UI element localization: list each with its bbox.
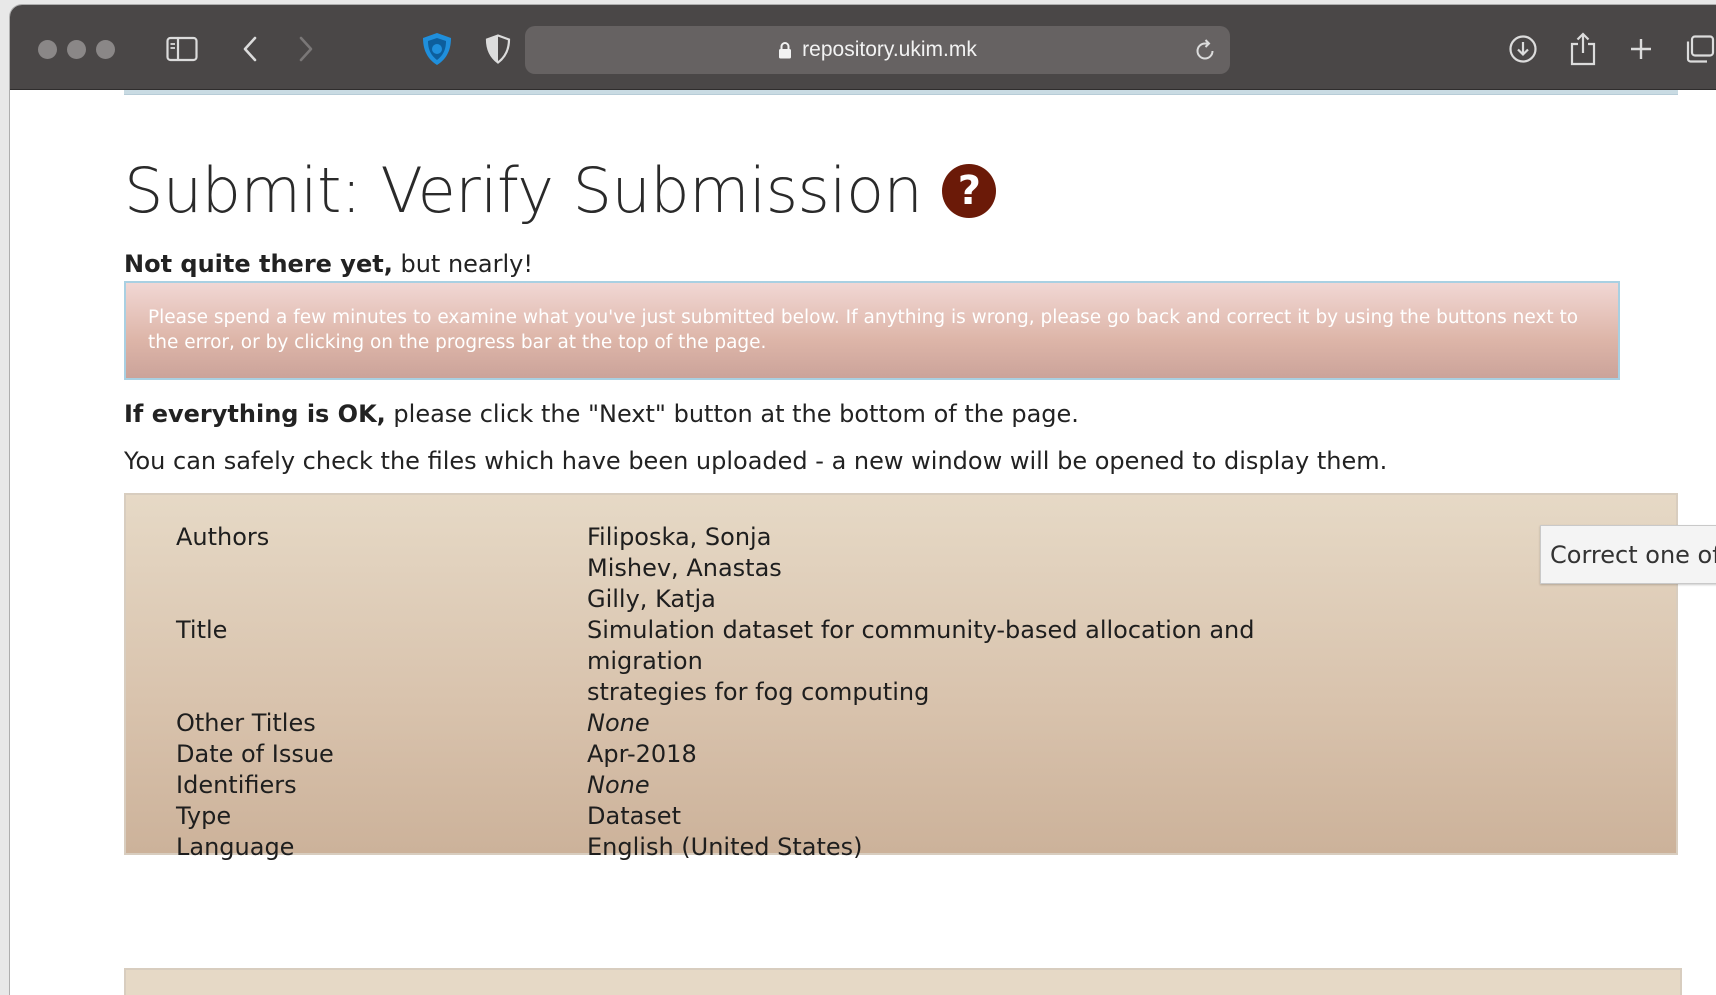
download-icon[interactable]: [1506, 29, 1540, 69]
tab-overview-icon[interactable]: [1684, 29, 1716, 69]
share-icon[interactable]: [1568, 29, 1598, 69]
instruction-alert: Please spend a few minutes to examine wh…: [124, 281, 1620, 380]
metadata-label: Identifiers: [176, 771, 297, 799]
review-panel-metadata: Authors Filiposka, Sonja Mishev, Anastas Gi…: [124, 493, 1716, 861]
metadata-value-line: strategies for fog computing: [587, 678, 930, 706]
close-window-button[interactable]: [38, 40, 57, 59]
page-title: Submit: Verify Submission: [124, 154, 923, 227]
metadata-value-line: Filiposka, Sonja: [587, 523, 772, 551]
alert-text: Please spend a few minutes to examine wh…: [148, 307, 1579, 353]
metadata-value-line: Gilly, Katja: [587, 585, 716, 613]
back-icon[interactable]: [238, 29, 262, 69]
privacy-shield-icon[interactable]: [483, 29, 513, 69]
metadata-value: Simulation dataset for community-based a…: [587, 615, 1347, 708]
metadata-label: Type: [176, 802, 232, 830]
metadata-row: Date of Issue Apr-2018: [176, 739, 1347, 770]
metadata-label: Title: [176, 616, 228, 644]
forward-icon[interactable]: [294, 29, 318, 69]
address-bar[interactable]: repository.ukim.mk: [525, 26, 1230, 74]
subtitle-rest: but nearly!: [392, 250, 533, 278]
metadata-value-line: None: [587, 709, 650, 737]
metadata-row: Language English (United States): [176, 832, 1347, 863]
metadata-label: Other Titles: [176, 709, 316, 737]
progress-bar-edge[interactable]: [124, 90, 1678, 95]
metadata-label: Language: [176, 833, 295, 861]
metadata-value: Filiposka, Sonja Mishev, Anastas Gilly, Ka…: [587, 522, 1347, 615]
metadata-value-line: Dataset: [587, 802, 681, 830]
url-text: repository.ukim.mk: [802, 38, 977, 61]
ok-bold: If everything is OK,: [124, 400, 386, 428]
new-tab-icon[interactable]: [1626, 29, 1656, 69]
metadata-value: Dataset: [587, 801, 1347, 832]
zoom-window-button[interactable]: [96, 40, 115, 59]
metadata-row: Authors Filiposka, Sonja Mishev, Anastas Gi…: [176, 522, 1347, 615]
metadata-value: English (United States): [587, 832, 1347, 863]
web-page: Submit: Verify Submission ? Not quite th…: [10, 90, 1716, 995]
metadata-value-line: None: [587, 771, 650, 799]
help-icon[interactable]: ?: [942, 164, 997, 218]
metadata-value: None: [587, 770, 1347, 801]
metadata-value-line: Apr-2018: [587, 740, 697, 768]
metadata-row: Identifiers None: [176, 770, 1347, 801]
metadata-value-line: Simulation dataset for community-based a…: [587, 616, 1255, 675]
review-panel-next: [124, 968, 1682, 995]
lock-icon: [778, 41, 792, 59]
files-note: You can safely check the files which hav…: [124, 447, 1388, 475]
metadata-value-line: English (United States): [587, 833, 863, 861]
browser-toolbar: repository.ukim.mk: [10, 5, 1716, 90]
subtitle-bold: Not quite there yet,: [124, 250, 393, 278]
ok-instruction: If everything is OK, please click the "N…: [124, 400, 1079, 428]
page-subtitle: Not quite there yet, but nearly!: [124, 250, 533, 278]
page-header: Submit: Verify Submission ?: [124, 154, 997, 227]
sidebar-icon[interactable]: [164, 29, 200, 69]
metadata-value: Apr-2018: [587, 739, 1347, 770]
browser-window: repository.ukim.mk Submit: Verify Submis…: [10, 5, 1716, 995]
metadata-row: Other Titles None: [176, 708, 1347, 739]
reload-icon[interactable]: [1194, 38, 1216, 68]
minimize-window-button[interactable]: [67, 40, 86, 59]
metadata-row: Type Dataset: [176, 801, 1347, 832]
ublock-icon[interactable]: [420, 29, 454, 69]
ok-rest: please click the "Next" button at the bo…: [385, 400, 1079, 428]
metadata-label: Date of Issue: [176, 740, 334, 768]
metadata-row: Title Simulation dataset for community-ba…: [176, 615, 1347, 708]
metadata-table: Authors Filiposka, Sonja Mishev, Anastas Gi…: [176, 522, 1347, 863]
correct-button[interactable]: Correct one of these: [1540, 525, 1716, 584]
metadata-value-line: Mishev, Anastas: [587, 554, 782, 582]
metadata-label: Authors: [176, 523, 270, 551]
metadata-value: None: [587, 708, 1347, 739]
